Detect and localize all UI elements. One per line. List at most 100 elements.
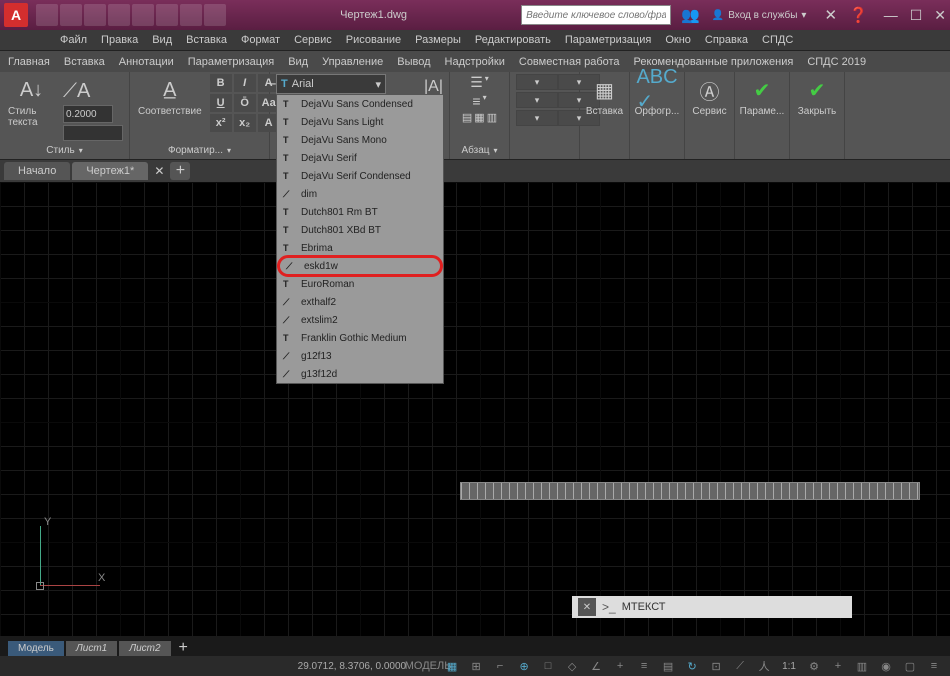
panel-style-label[interactable]: Стиль▾ [6, 144, 123, 157]
cycling-icon[interactable]: ↻ [682, 658, 702, 674]
doctab-start[interactable]: Начало [4, 162, 70, 180]
panel-format-label[interactable]: Форматир...▾ [136, 144, 263, 157]
font-item[interactable]: TDejaVu Sans Mono [277, 131, 443, 149]
menu-help[interactable]: Справка [705, 34, 748, 46]
spell-button[interactable]: ABC✓ Орфогр... [636, 74, 678, 119]
qat-more-icon[interactable] [204, 4, 226, 26]
dd5[interactable]: ▾ [517, 111, 557, 125]
sub-button[interactable]: x₂ [234, 114, 256, 132]
tab-manage[interactable]: Управление [322, 56, 383, 68]
tab-home[interactable]: Главная [8, 56, 50, 68]
annovisible-icon[interactable]: 人 [754, 658, 774, 674]
tab-spds[interactable]: СПДС 2019 [807, 56, 866, 68]
insert-button[interactable]: ▦ Вставка [586, 74, 623, 119]
transparency-icon[interactable]: ▤ [658, 658, 678, 674]
text-style-button[interactable]: A↓ Стиль текста [6, 74, 57, 130]
ortho-icon[interactable]: ⌐ [490, 658, 510, 674]
scale-label[interactable]: 1:1 [778, 661, 800, 672]
help-search-input[interactable] [521, 5, 671, 25]
doctab-new-button[interactable]: + [170, 162, 190, 180]
panel-paragraph-label[interactable]: Абзац▾ [456, 144, 503, 157]
cmd-close-icon[interactable]: ✕ [578, 598, 596, 616]
tab-annotate[interactable]: Аннотации [119, 56, 174, 68]
tab-parametric[interactable]: Параметризация [188, 56, 274, 68]
underline-button[interactable]: U [210, 94, 232, 112]
font-dropdown[interactable]: TDejaVu Sans CondensedTDejaVu Sans Light… [276, 94, 444, 384]
drawing-canvas[interactable]: Y X [0, 182, 950, 636]
exchange-icon[interactable]: ✕ [820, 4, 841, 26]
qat-saveas-icon[interactable] [108, 4, 130, 26]
tab-view[interactable]: Вид [288, 56, 308, 68]
font-item[interactable]: ⟋eskd1w [277, 255, 443, 277]
menu-spds[interactable]: СПДС [762, 34, 793, 46]
tab-collaborate[interactable]: Совместная работа [519, 56, 620, 68]
menu-insert[interactable]: Вставка [186, 34, 227, 46]
match-button[interactable]: A̲ Соответствие [136, 74, 204, 119]
mask-button[interactable] [63, 125, 123, 141]
tab-insert[interactable]: Вставка [64, 56, 105, 68]
tools-button[interactable]: Ⓐ Сервис [691, 74, 728, 119]
status-model[interactable]: МОДЕЛЬ [418, 658, 438, 674]
doctab-close-icon[interactable]: ✕ [150, 164, 168, 178]
menu-tools[interactable]: Сервис [294, 34, 332, 46]
font-item[interactable]: TFranklin Gothic Medium [277, 329, 443, 347]
dd1[interactable]: ▾ [517, 75, 557, 89]
dd3[interactable]: ▾ [517, 93, 557, 107]
isolate-icon[interactable]: ▥ [852, 658, 872, 674]
menu-modify[interactable]: Редактировать [475, 34, 551, 46]
menu-format[interactable]: Формат [241, 34, 280, 46]
font-item[interactable]: TDejaVu Sans Light [277, 113, 443, 131]
clean-icon[interactable]: ▢ [900, 658, 920, 674]
font-item[interactable]: ⟋extslim2 [277, 311, 443, 329]
qat-undo-icon[interactable] [156, 4, 178, 26]
grid-icon[interactable]: ▦ [442, 658, 462, 674]
qat-new-icon[interactable] [36, 4, 58, 26]
app-logo[interactable]: A [4, 3, 28, 27]
monitor-icon[interactable]: + [828, 658, 848, 674]
menu-draw[interactable]: Рисование [346, 34, 401, 46]
tab-model[interactable]: Модель [8, 641, 64, 656]
qat-redo-icon[interactable] [180, 4, 202, 26]
command-line[interactable]: ✕ >_ МТЕКСТ [572, 596, 852, 618]
font-item[interactable]: TDejaVu Serif Condensed [277, 167, 443, 185]
font-item[interactable]: ⟋dim [277, 185, 443, 203]
overline-button[interactable]: Ō [234, 94, 256, 112]
3dosnap-icon[interactable]: ◇ [562, 658, 582, 674]
options-button[interactable]: ✔ Параме... [741, 74, 783, 119]
font-item[interactable]: TDejaVu Sans Condensed [277, 95, 443, 113]
font-item[interactable]: TDutch801 XBd BT [277, 221, 443, 239]
sign-in[interactable]: 👤 Вход в службы ▾ [712, 10, 807, 21]
super-button[interactable]: x² [210, 114, 232, 132]
hardware-icon[interactable]: ◉ [876, 658, 896, 674]
maximize-button[interactable]: ☐ [910, 7, 923, 24]
menu-view[interactable]: Вид [152, 34, 172, 46]
menu-parametric[interactable]: Параметризация [565, 34, 651, 46]
menu-dimension[interactable]: Размеры [415, 34, 461, 46]
tab-layout2[interactable]: Лист2 [119, 641, 170, 656]
polar-icon[interactable]: ⊕ [514, 658, 534, 674]
align-center-icon[interactable]: ▦ [474, 111, 484, 124]
qat-plot-icon[interactable] [132, 4, 154, 26]
otrack-icon[interactable]: ∠ [586, 658, 606, 674]
bold-button[interactable]: B [210, 74, 232, 92]
doctab-drawing[interactable]: Чертеж1* [72, 162, 148, 180]
snap-icon[interactable]: ⊞ [466, 658, 486, 674]
font-item[interactable]: TDutch801 Rm BT [277, 203, 443, 221]
osnap-icon[interactable]: □ [538, 658, 558, 674]
text-ruler[interactable] [460, 482, 920, 500]
annoscale-icon[interactable]: ⟋ [730, 658, 750, 674]
infocenter-icon[interactable]: 👥 [677, 4, 704, 26]
tab-layout1[interactable]: Лист1 [66, 641, 117, 656]
custom-icon[interactable]: ≡ [924, 658, 944, 674]
annomon-icon[interactable]: ⊡ [706, 658, 726, 674]
font-combo[interactable]: TArial ▾ TDejaVu Sans CondensedTDejaVu S… [276, 74, 386, 94]
menu-window[interactable]: Окно [665, 34, 691, 46]
bullets-icon[interactable]: ☰ [470, 74, 483, 91]
annotative-icon[interactable]: ⟋A [63, 80, 123, 103]
tab-addins[interactable]: Надстройки [445, 56, 505, 68]
qat-save-icon[interactable] [84, 4, 106, 26]
qat-open-icon[interactable] [60, 4, 82, 26]
font-item[interactable]: ⟋g12f13 [277, 347, 443, 365]
help-icon[interactable]: ❓ [845, 4, 872, 26]
menu-edit[interactable]: Правка [101, 34, 138, 46]
